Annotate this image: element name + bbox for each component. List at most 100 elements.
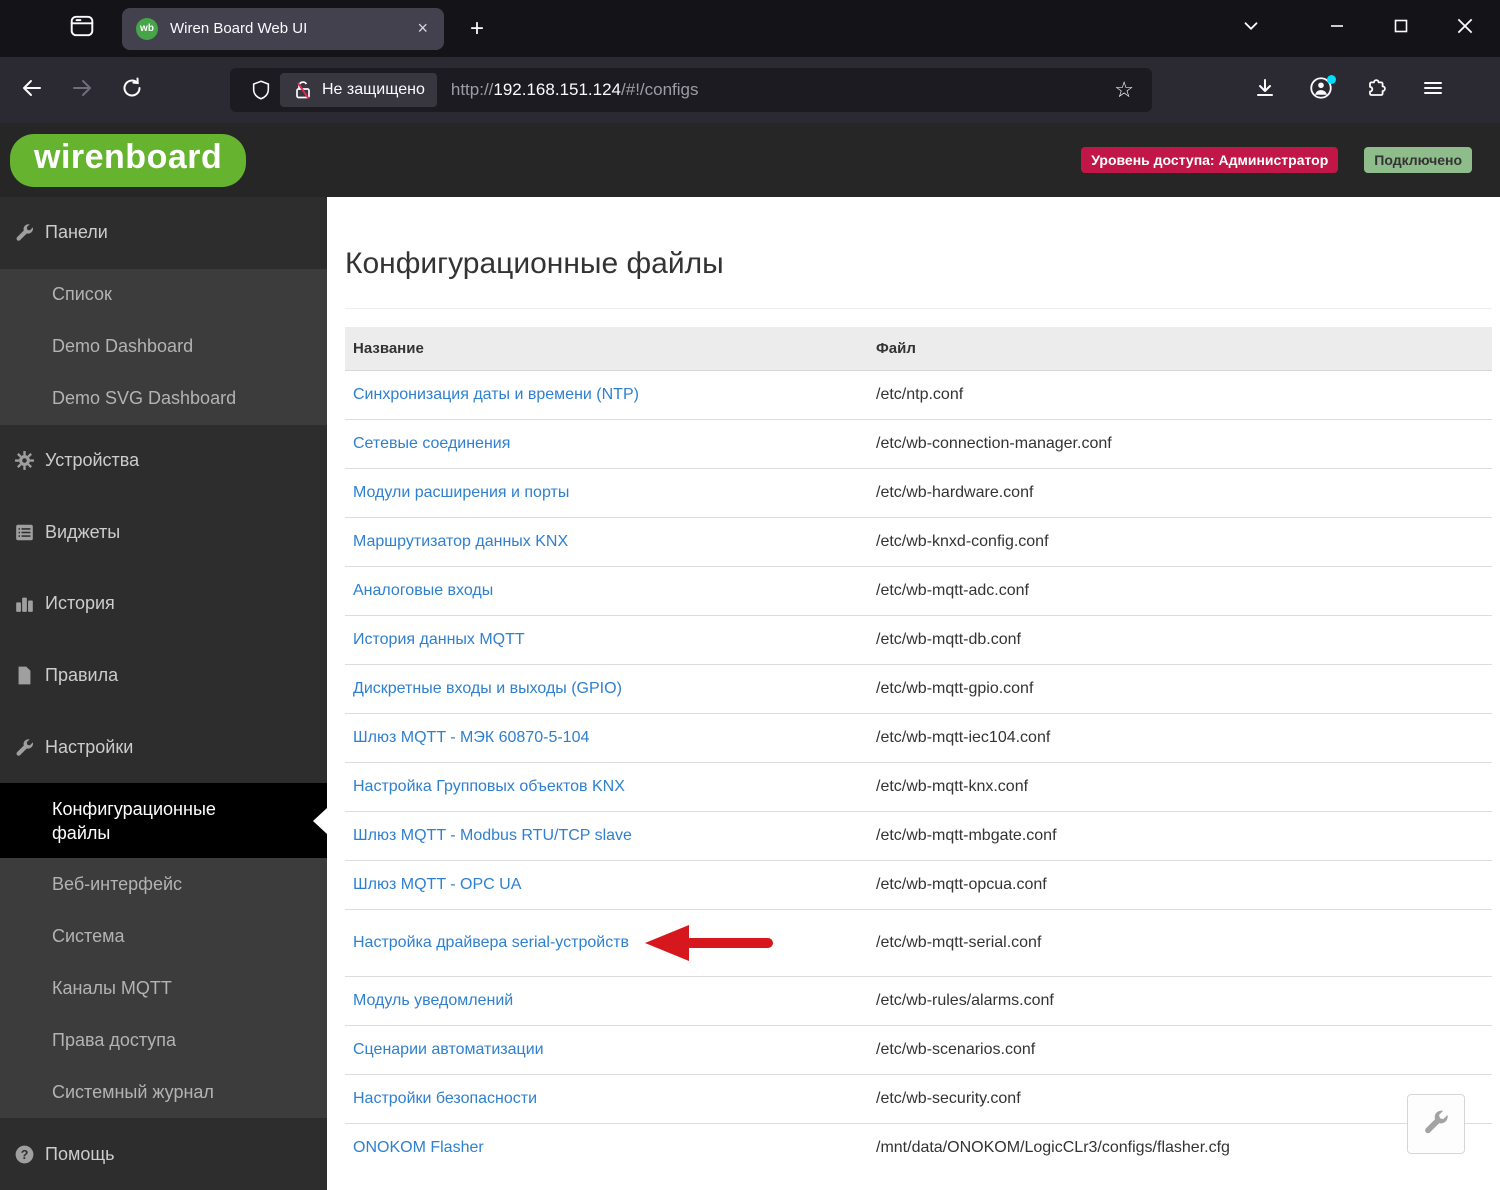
sidebar-item-label: Системный журнал — [52, 1082, 214, 1103]
close-icon — [1455, 16, 1475, 41]
config-file-link[interactable]: Шлюз MQTT - МЭК 60870-5-104 — [353, 729, 589, 746]
config-file-path: /mnt/data/ONOKOM/LogicCLr3/configs/flash… — [868, 1124, 1492, 1173]
config-file-link[interactable]: Настройки безопасности — [353, 1090, 537, 1107]
account-notification-dot — [1327, 75, 1336, 84]
active-item-notch — [313, 808, 327, 834]
firefox-view-button[interactable] — [64, 11, 100, 47]
wirenboard-logo[interactable]: wirenboard — [10, 134, 246, 187]
tab-title: Wiren Board Web UI — [170, 20, 411, 37]
config-file-link[interactable]: ONOKOM Flasher — [353, 1139, 484, 1156]
access-level-badge: Уровень доступа: Администратор — [1081, 147, 1338, 173]
config-file-link[interactable]: История данных MQTT — [353, 631, 525, 648]
sidebar-item-demo-dashboard[interactable]: Demo Dashboard — [0, 321, 327, 373]
window-close-button[interactable] — [1448, 12, 1482, 46]
new-tab-button[interactable]: + — [462, 15, 492, 43]
sidebar-item-panels[interactable]: Панели — [0, 197, 327, 269]
table-row: История данных MQTT /etc/wb-mqtt-db.conf — [345, 616, 1492, 665]
downloads-button[interactable] — [1248, 73, 1282, 107]
reload-button[interactable] — [114, 72, 150, 108]
url-text[interactable]: http://192.168.151.124/#!/configs — [451, 80, 1106, 100]
wirenboard-favicon: wb — [136, 18, 158, 40]
sidebar-item-history[interactable]: История — [0, 568, 327, 640]
table-row: Модуль уведомлений /etc/wb-rules/alarms.… — [345, 977, 1492, 1026]
security-label: Не защищено — [322, 81, 425, 99]
config-file-path: /etc/wb-mqtt-gpio.conf — [868, 665, 1492, 714]
config-file-link[interactable]: Дискретные входы и выходы (GPIO) — [353, 680, 622, 697]
wrench-icon — [1423, 1109, 1449, 1140]
config-file-link[interactable]: Модули расширения и порты — [353, 484, 569, 501]
config-file-link[interactable]: Сценарии автоматизации — [353, 1041, 544, 1058]
sidebar-item-label: Список — [52, 284, 112, 305]
table-row: Сценарии автоматизации /etc/wb-scenarios… — [345, 1026, 1492, 1075]
sidebar-item-label: Каналы MQTT — [52, 978, 172, 999]
sidebar-item-access-rights[interactable]: Права доступа — [0, 1014, 327, 1066]
table-row: Шлюз MQTT - OPC UA /etc/wb-mqtt-opcua.co… — [345, 861, 1492, 910]
download-icon — [1253, 76, 1277, 105]
config-file-path: /etc/wb-mqtt-db.conf — [868, 616, 1492, 665]
window-maximize-button[interactable] — [1384, 12, 1418, 46]
sidebar-item-mqtt-channels[interactable]: Каналы MQTT — [0, 962, 327, 1014]
browser-tab[interactable]: wb Wiren Board Web UI × — [122, 8, 444, 50]
tracking-shield-icon[interactable] — [250, 79, 272, 101]
extensions-button[interactable] — [1360, 73, 1394, 107]
config-file-link[interactable]: Настройка драйвера serial-устройств — [353, 934, 629, 951]
column-header-file: Файл — [868, 327, 1492, 371]
column-header-name: Название — [345, 327, 868, 371]
sidebar-item-list[interactable]: Список — [0, 269, 327, 321]
back-icon — [20, 76, 44, 105]
sidebar-item-devices[interactable]: Устройства — [0, 425, 327, 497]
table-row: Дискретные входы и выходы (GPIO) /etc/wb… — [345, 665, 1492, 714]
account-button[interactable] — [1304, 73, 1338, 107]
config-file-link[interactable]: Настройка Групповых объектов KNX — [353, 778, 625, 795]
sidebar-item-settings[interactable]: Настройки — [0, 711, 327, 783]
forward-button[interactable] — [64, 72, 100, 108]
chevron-down-icon — [1240, 24, 1262, 41]
sidebar-item-config-files-active[interactable]: Конфигурационные файлы — [0, 783, 327, 859]
config-file-link[interactable]: Модуль уведомлений — [353, 992, 513, 1009]
tools-fab-button[interactable] — [1407, 1094, 1465, 1154]
list-icon — [15, 523, 45, 542]
sidebar-item-web-interface[interactable]: Веб-интерфейс — [0, 858, 327, 910]
sidebar-item-label: Конфигурационные файлы — [52, 797, 277, 845]
file-icon — [15, 666, 45, 685]
sidebar-item-label: Виджеты — [45, 522, 120, 543]
insecure-lock-icon — [292, 79, 314, 101]
config-file-link[interactable]: Маршрутизатор данных KNX — [353, 533, 568, 550]
table-row: ONOKOM Flasher /mnt/data/ONOKOM/LogicCLr… — [345, 1124, 1492, 1173]
window-minimize-button[interactable] — [1320, 12, 1354, 46]
table-row: Шлюз MQTT - Modbus RTU/TCP slave /etc/wb… — [345, 812, 1492, 861]
sidebar-item-help[interactable]: ? Помощь — [0, 1118, 327, 1190]
table-row: Аналоговые входы /etc/wb-mqtt-adc.conf — [345, 567, 1492, 616]
sidebar-item-label: Помощь — [45, 1144, 115, 1165]
list-all-tabs-button[interactable] — [1240, 15, 1262, 42]
hamburger-icon — [1421, 76, 1445, 105]
sidebar-item-demo-svg-dashboard[interactable]: Demo SVG Dashboard — [0, 373, 327, 425]
table-row: Синхронизация даты и времени (NTP) /etc/… — [345, 371, 1492, 420]
site-security-chip[interactable]: Не защищено — [280, 73, 437, 107]
bookmark-star-icon[interactable]: ☆ — [1106, 77, 1142, 103]
menu-button[interactable] — [1416, 73, 1450, 107]
sidebar-item-label: История — [45, 593, 115, 614]
sidebar-item-label: Устройства — [45, 450, 139, 471]
config-file-link[interactable]: Сетевые соединения — [353, 435, 510, 452]
table-row: Настройка Групповых объектов KNX /etc/wb… — [345, 763, 1492, 812]
sidebar-item-widgets[interactable]: Виджеты — [0, 496, 327, 568]
sidebar-item-rules[interactable]: Правила — [0, 640, 327, 712]
config-files-table: Название Файл Синхронизация даты и време… — [345, 327, 1492, 1172]
back-button[interactable] — [14, 72, 50, 108]
page-title: Конфигурационные файлы — [345, 247, 1492, 281]
config-file-link[interactable]: Шлюз MQTT - OPC UA — [353, 876, 521, 893]
tab-close-icon[interactable]: × — [411, 18, 434, 39]
config-file-path: /etc/wb-mqtt-mbgate.conf — [868, 812, 1492, 861]
config-file-link[interactable]: Аналоговые входы — [353, 582, 493, 599]
sidebar-item-system-log[interactable]: Системный журнал — [0, 1066, 327, 1118]
sidebar-item-system[interactable]: Система — [0, 910, 327, 962]
reload-icon — [120, 76, 144, 105]
table-row: Настройки безопасности /etc/wb-security.… — [345, 1075, 1492, 1124]
config-file-path: /etc/wb-connection-manager.conf — [868, 420, 1492, 469]
sidebar-panels-submenu: Список Demo Dashboard Demo SVG Dashboard — [0, 269, 327, 425]
config-file-link[interactable]: Синхронизация даты и времени (NTP) — [353, 386, 639, 403]
url-bar[interactable]: Не защищено http://192.168.151.124/#!/co… — [230, 68, 1152, 112]
config-file-link[interactable]: Шлюз MQTT - Modbus RTU/TCP slave — [353, 827, 632, 844]
config-table-body: Синхронизация даты и времени (NTP) /etc/… — [345, 371, 1492, 1173]
